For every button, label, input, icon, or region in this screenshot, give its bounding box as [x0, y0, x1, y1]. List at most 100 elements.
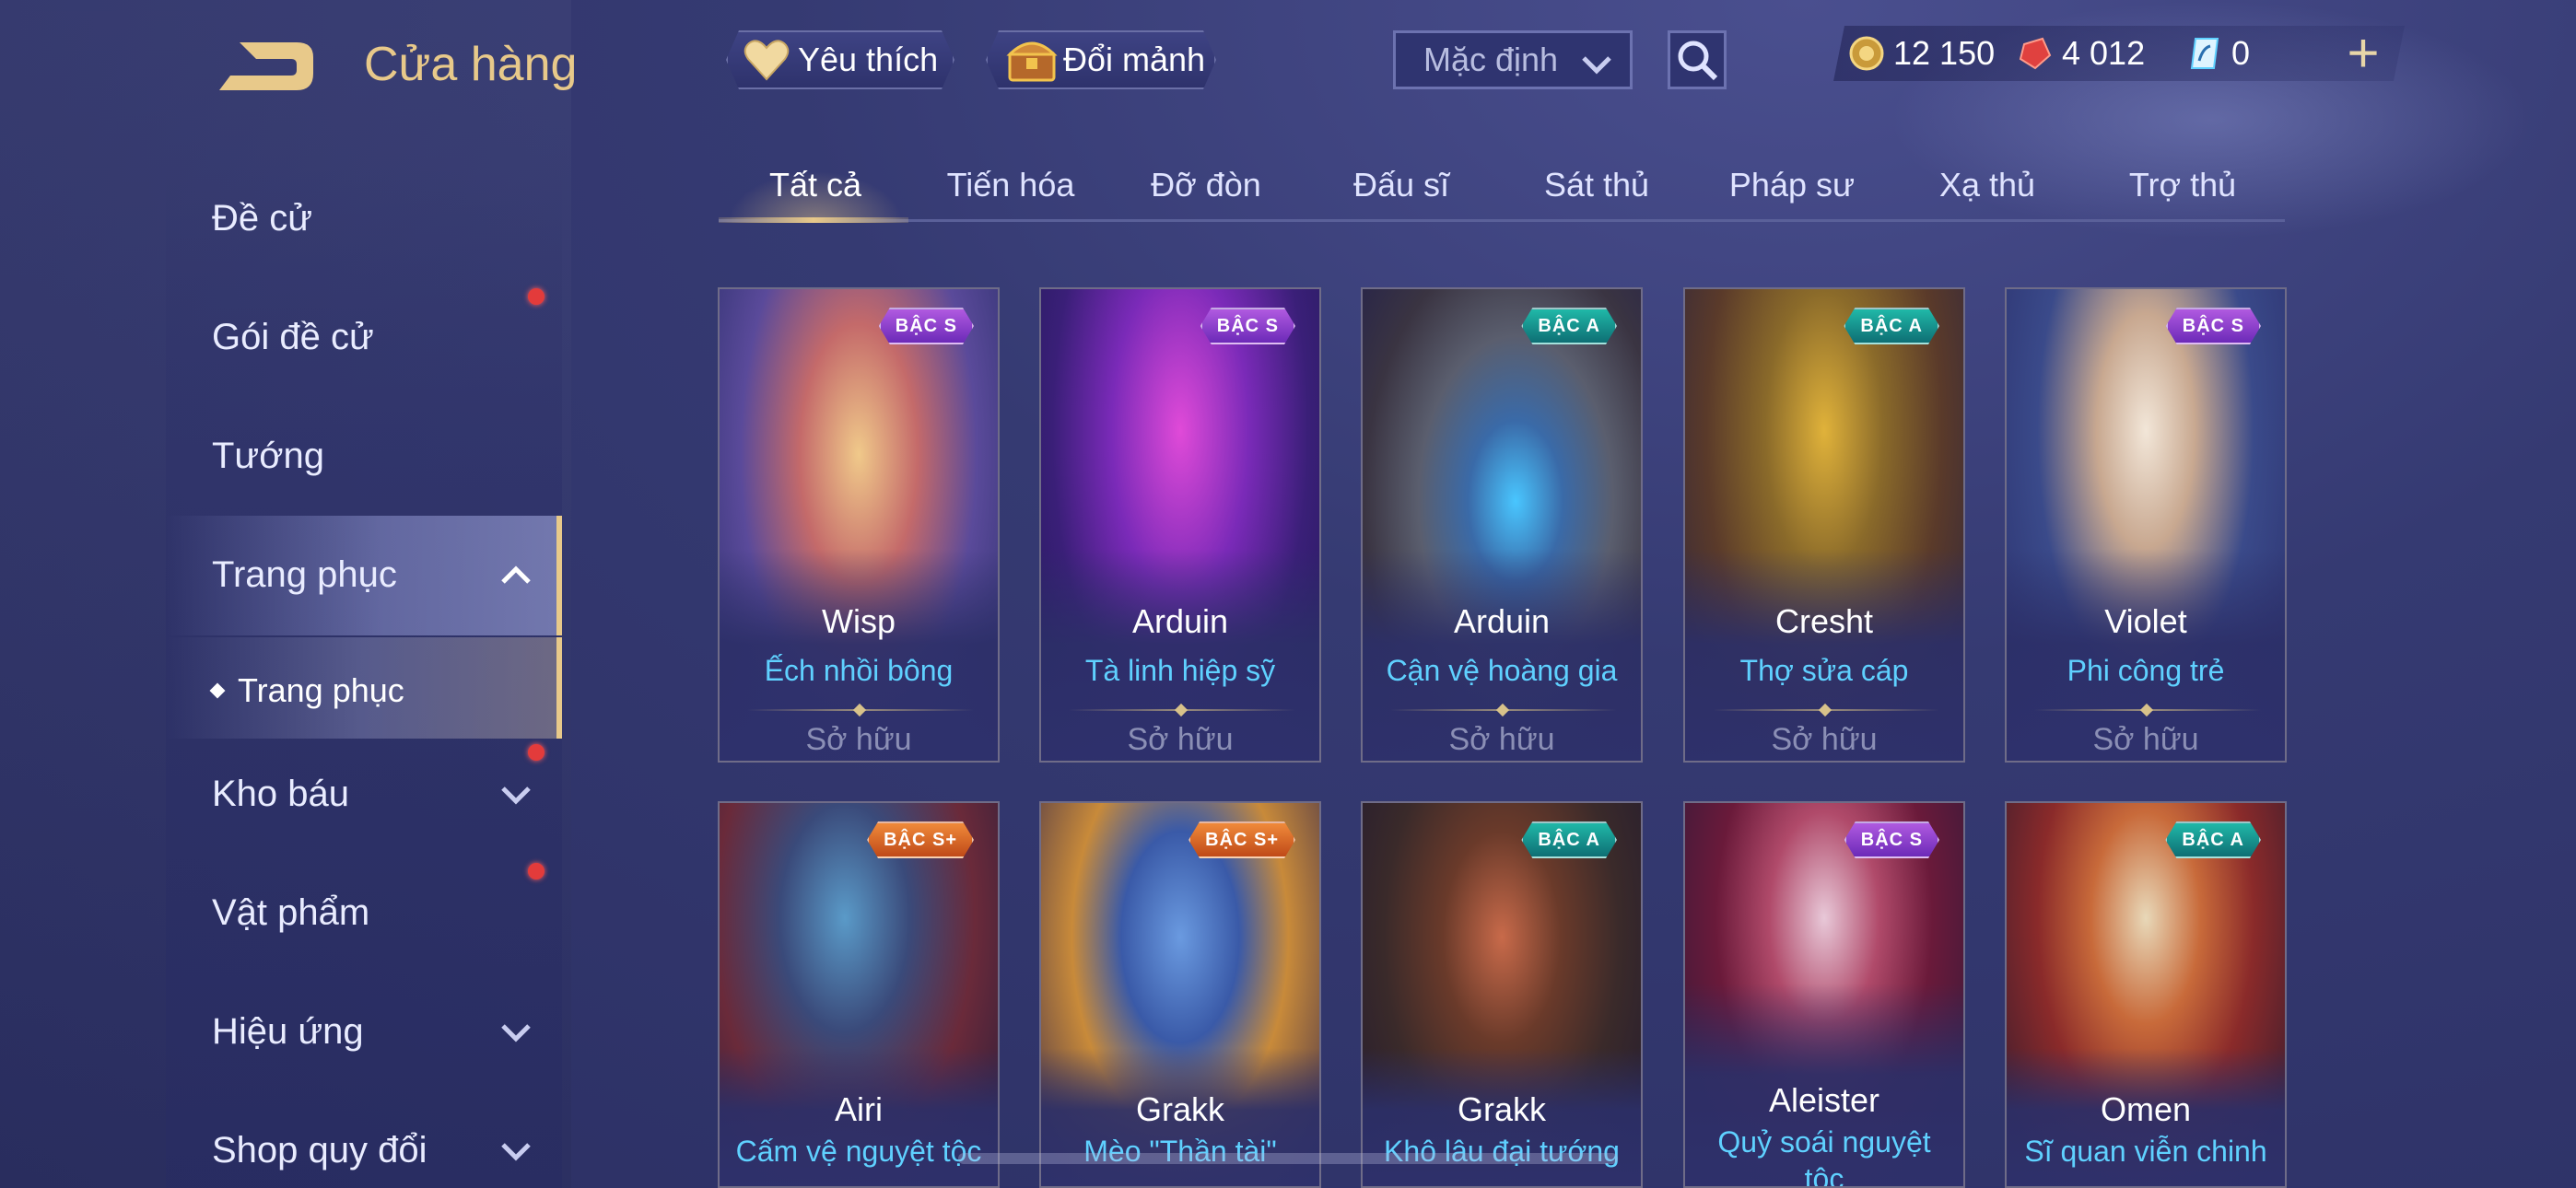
skin-card[interactable]: BẬC S Aleister Quỷ soái nguyệt tộc [1683, 801, 1965, 1188]
favorites-label: Yêu thích [798, 41, 939, 78]
home-indicator[interactable] [958, 1153, 1618, 1164]
skin-card[interactable]: BẬC S Violet Phi công trẻ Sở hữu [2005, 287, 2287, 763]
sidebar-item-label: Shop quy đổi [212, 1129, 427, 1171]
hero-name: Arduin [1131, 602, 1229, 640]
hero-name: Grakk [1457, 1090, 1546, 1128]
voucher-amount: 0 [2231, 34, 2251, 72]
hero-name: Wisp [822, 602, 896, 640]
search-icon [1678, 41, 1718, 81]
tab-support[interactable]: Trợ thủ [2086, 157, 2279, 214]
tier-badge: BẬC S+ [1188, 821, 1295, 858]
tab-active-underline [719, 217, 908, 223]
skin-name: Phi công trẻ [2067, 654, 2225, 687]
treasure-chest-icon [1006, 34, 1058, 86]
hero-name: Arduin [1453, 602, 1551, 640]
tab-evolution[interactable]: Tiến hóa [914, 157, 1107, 214]
chevron-down-icon [1580, 48, 1613, 87]
tier-badge: BẬC S [879, 308, 974, 344]
tab-divider [719, 219, 2285, 222]
hero-name: Cresht [1774, 602, 1874, 640]
ruby-gem-icon [2016, 34, 2055, 73]
tab-marksman[interactable]: Xạ thủ [1891, 157, 2084, 214]
skin-card[interactable]: BẬC A Omen Sĩ quan viễn chinh [2005, 801, 2287, 1188]
voucher-balance: 0 [2185, 33, 2250, 74]
heart-icon [741, 34, 792, 86]
owned-status: Sở hữu [805, 722, 912, 757]
sidebar-item-effects[interactable]: Hiệu ứng [212, 1004, 364, 1059]
sort-dropdown[interactable]: Mặc định [1393, 30, 1633, 89]
sidebar-item-label: Gói đề cử [212, 316, 374, 357]
bullet-icon [209, 682, 226, 699]
tab-tank[interactable]: Đỡ đòn [1109, 157, 1303, 214]
tier-badge: BẬC S [2166, 308, 2261, 344]
sidebar-item-label: Tướng [212, 435, 324, 476]
favorites-button[interactable]: Yêu thích [726, 30, 954, 89]
owned-status: Sở hữu [1771, 722, 1878, 757]
tier-badge: BẬC A [1521, 308, 1617, 344]
owned-status: Sở hữu [2092, 722, 2199, 757]
notification-dot [528, 744, 544, 761]
sidebar-item-label: Kho báu [212, 773, 350, 814]
hero-name: Omen [2100, 1090, 2192, 1128]
notification-dot [528, 288, 544, 305]
sidebar-item-label: Đề cử [212, 197, 313, 239]
category-tabs: Tất cả Tiến hóa Đỡ đòn Đấu sĩ Sát thủ Ph… [719, 157, 2285, 223]
tier-badge: BẬC S [1844, 821, 1939, 858]
skin-card[interactable]: BẬC S+ Airi Cấm vệ nguyệt tộc [718, 801, 1000, 1188]
skin-card[interactable]: BẬC S Wisp Ếch nhồi bông Sở hữu [718, 287, 1000, 763]
ruby-balance: 4 012 [2016, 33, 2145, 74]
sidebar-item-skins[interactable]: Trang phục [212, 547, 397, 602]
page-title: Cửa hàng [364, 38, 578, 91]
add-currency-button[interactable]: + [2340, 26, 2386, 83]
chevron-down-icon [498, 781, 534, 809]
sidebar-item-bundles[interactable]: Gói đề cử [212, 309, 374, 365]
sidebar-item-heroes[interactable]: Tướng [212, 428, 324, 483]
tab-all[interactable]: Tất cả [719, 157, 912, 214]
tier-badge: BẬC S+ [867, 821, 974, 858]
tier-badge: BẬC S [1200, 308, 1295, 344]
sort-value: Mặc định [1423, 41, 1559, 78]
tab-mage[interactable]: Pháp sư [1695, 157, 1889, 214]
back-button[interactable] [212, 37, 318, 99]
skin-card[interactable]: BẬC A Cresht Thợ sửa cáp Sở hữu [1683, 287, 1965, 763]
hero-name: Airi [835, 1090, 883, 1128]
gold-balance: 12 150 [1847, 33, 1995, 74]
tab-fighter[interactable]: Đấu sĩ [1305, 157, 1498, 214]
sidebar-subitem-skins[interactable]: Trang phục [209, 663, 404, 718]
skin-name: Tà linh hiệp sỹ [1084, 654, 1276, 687]
skin-name: Khô lâu đại tướng [1384, 1135, 1620, 1168]
sidebar-item-label: Vật phẩm [212, 891, 370, 933]
chevron-up-icon [498, 562, 534, 589]
tier-badge: BẬC A [1521, 821, 1617, 858]
sidebar-item-treasure[interactable]: Kho báu [212, 766, 349, 821]
notification-dot [528, 863, 544, 879]
gold-coin-icon [1847, 34, 1886, 73]
skin-card[interactable]: BẬC A Grakk Khô lâu đại tướng [1361, 801, 1643, 1188]
skin-name: Mèo "Thần tài" [1083, 1135, 1277, 1168]
back-arrow-icon [219, 42, 313, 90]
skin-name: Cận vệ hoàng gia [1386, 654, 1618, 687]
gold-amount: 12 150 [1893, 34, 1996, 72]
sidebar-item-exchange-shop[interactable]: Shop quy đổi [212, 1123, 427, 1178]
exchange-shards-button[interactable]: Đổi mảnh [986, 30, 1216, 89]
sidebar-item-label: Hiệu ứng [212, 1010, 364, 1052]
hero-name: Aleister [1768, 1081, 1880, 1119]
skin-card[interactable]: BẬC S+ Grakk Mèo "Thần tài" [1039, 801, 1321, 1188]
search-button[interactable] [1668, 30, 1727, 89]
skin-name: Sĩ quan viễn chinh [2024, 1135, 2267, 1168]
tier-badge: BẬC A [2165, 821, 2261, 858]
owned-status: Sở hữu [1448, 722, 1555, 757]
skin-name: Thợ sửa cáp [1739, 654, 1909, 687]
skin-card[interactable]: BẬC S Arduin Tà linh hiệp sỹ Sở hữu [1039, 287, 1321, 763]
skin-name: Quỷ soái nguyệt tộc [1717, 1125, 1931, 1188]
sidebar-item-label: Trang phục [212, 553, 397, 595]
voucher-icon [2185, 34, 2224, 73]
plus-icon: + [2347, 22, 2380, 84]
tab-assassin[interactable]: Sát thủ [1500, 157, 1693, 214]
sidebar-item-items[interactable]: Vật phẩm [212, 885, 369, 940]
sidebar-item-recommended[interactable]: Đề cử [212, 191, 312, 246]
ruby-amount: 4 012 [2062, 34, 2146, 72]
skin-card[interactable]: BẬC A Arduin Cận vệ hoàng gia Sở hữu [1361, 287, 1643, 763]
skin-name: Ếch nhồi bông [764, 654, 954, 687]
hero-name: Violet [2104, 602, 2187, 640]
